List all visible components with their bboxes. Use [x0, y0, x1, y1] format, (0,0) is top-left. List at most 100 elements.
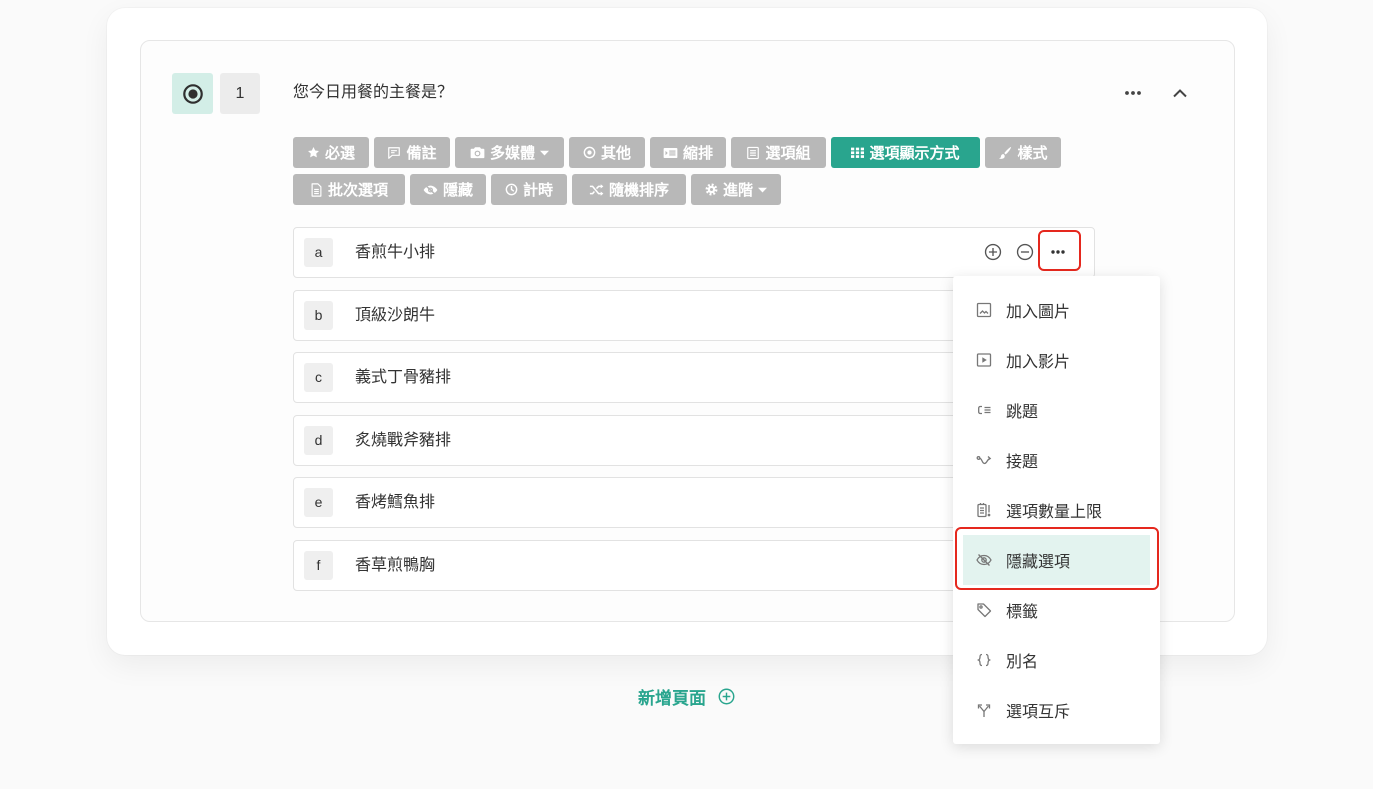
question-title[interactable]: 您今日用餐的主餐是？	[293, 82, 453, 104]
option-row[interactable]: a 香煎牛小排	[293, 227, 1095, 278]
other-option-button[interactable]: 其他	[569, 137, 645, 168]
menu-item-label: 隱藏選項	[1006, 554, 1071, 571]
follow-up-icon	[976, 456, 992, 465]
hide-button[interactable]: 隱藏	[410, 174, 486, 205]
eye-slash-icon	[423, 184, 438, 195]
add-page-label: 新增頁面	[638, 689, 706, 708]
menu-item-add-image[interactable]: 加入圖片	[963, 285, 1150, 335]
camera-icon	[470, 147, 485, 159]
indent-button-label: 縮排	[682, 145, 713, 162]
brush-icon	[999, 146, 1012, 159]
advanced-dropdown-label: 進階	[722, 182, 753, 199]
more-horizontal-icon[interactable]	[1051, 250, 1065, 254]
option-letter: b	[304, 300, 333, 330]
menu-item-alias[interactable]: 別名	[963, 635, 1150, 685]
image-icon	[976, 302, 992, 318]
menu-item-label: 加入影片	[1006, 354, 1071, 371]
batch-options-button[interactable]: 批次選項	[293, 174, 405, 205]
menu-item-hide-option[interactable]: 隱藏選項	[963, 535, 1150, 585]
radio-selected-icon	[182, 83, 203, 104]
option-letter: f	[304, 550, 333, 580]
menu-item-label: 選項數量上限	[1006, 504, 1103, 521]
fork-icon	[977, 704, 991, 717]
list-group-icon	[747, 146, 760, 159]
timer-button[interactable]: 計時	[491, 174, 567, 205]
grid-icon	[851, 147, 865, 158]
clock-icon	[505, 183, 518, 196]
option-letter: a	[304, 238, 333, 267]
tag-icon	[977, 603, 992, 618]
menu-item-mutually-exclusive[interactable]: 選項互斥	[963, 685, 1150, 735]
option-letter: e	[304, 488, 333, 518]
indent-icon	[663, 147, 678, 158]
note-button-label: 備註	[406, 145, 437, 162]
option-context-menu: 加入圖片 加入影片 跳題 接題 選項數量上限 隱藏選項 標籤 別名 選項互斥	[953, 276, 1160, 744]
shuffle-button-label: 隨機排序	[608, 182, 669, 199]
option-text[interactable]: 香草煎鴨胸	[355, 541, 435, 590]
menu-item-label: 別名	[1006, 654, 1039, 671]
menu-item-label: 標籤	[1006, 604, 1039, 621]
option-text[interactable]: 頂級沙朗牛	[355, 291, 435, 340]
gear-icon	[705, 183, 718, 196]
menu-item-option-limit[interactable]: 選項數量上限	[963, 485, 1150, 535]
radio-icon	[583, 146, 596, 159]
toolbar-row-2: 批次選項 隱藏 計時 隨機排序 進階	[293, 174, 781, 205]
question-more-button[interactable]	[1123, 83, 1143, 103]
option-letter: d	[304, 425, 333, 455]
chevron-up-icon[interactable]	[1172, 88, 1188, 98]
option-more-button[interactable]	[1048, 243, 1068, 261]
document-icon	[311, 182, 322, 197]
more-horizontal-icon[interactable]	[1124, 90, 1142, 96]
option-display-button-label: 選項顯示方式	[869, 145, 960, 162]
menu-item-tag[interactable]: 標籤	[963, 585, 1150, 635]
plus-circle-icon[interactable]	[984, 243, 1002, 261]
caret-down-icon	[540, 150, 549, 156]
indent-button[interactable]: 縮排	[650, 137, 726, 168]
collapse-button[interactable]	[1170, 83, 1190, 103]
timer-button-label: 計時	[522, 182, 553, 199]
option-group-button-label: 選項組	[765, 145, 811, 162]
option-text[interactable]: 香烤鱈魚排	[355, 478, 435, 527]
eye-off-icon	[976, 554, 992, 566]
option-display-button[interactable]: 選項顯示方式	[831, 137, 980, 168]
question-type-badge[interactable]	[172, 73, 213, 114]
question-number: 1	[220, 73, 260, 114]
option-text[interactable]: 香煎牛小排	[355, 228, 435, 277]
shuffle-button[interactable]: 隨機排序	[572, 174, 686, 205]
braces-icon	[976, 653, 992, 667]
menu-item-follow-up[interactable]: 接題	[963, 435, 1150, 485]
menu-item-label: 加入圖片	[1006, 304, 1071, 321]
plus-circle-icon[interactable]	[718, 688, 735, 705]
star-icon	[308, 146, 319, 158]
menu-item-add-video[interactable]: 加入影片	[963, 335, 1150, 385]
note-button[interactable]: 備註	[374, 137, 450, 168]
menu-item-skip-logic[interactable]: 跳題	[963, 385, 1150, 435]
comment-icon	[388, 146, 401, 159]
style-button[interactable]: 樣式	[985, 137, 1061, 168]
minus-circle-icon[interactable]	[1016, 243, 1034, 261]
skip-logic-icon	[978, 405, 991, 415]
option-limit-icon	[977, 503, 991, 518]
menu-item-label: 選項互斥	[1006, 704, 1071, 721]
shuffle-icon	[589, 183, 604, 196]
multimedia-dropdown[interactable]: 多媒體	[455, 137, 564, 168]
option-text[interactable]: 炙燒戰斧豬排	[355, 416, 451, 465]
menu-item-label: 接題	[1006, 454, 1039, 471]
menu-item-label: 跳題	[1006, 404, 1039, 421]
option-letter: c	[304, 363, 333, 393]
remove-option-button[interactable]	[1015, 243, 1035, 261]
add-page-button[interactable]: 新增頁面	[638, 684, 735, 709]
batch-options-button-label: 批次選項	[327, 182, 388, 199]
multimedia-dropdown-label: 多媒體	[489, 145, 535, 162]
video-icon	[976, 353, 992, 367]
other-option-button-label: 其他	[600, 145, 631, 162]
required-button-label: 必選	[324, 145, 355, 162]
required-button[interactable]: 必選	[293, 137, 369, 168]
add-option-button[interactable]	[983, 243, 1003, 261]
option-text[interactable]: 義式丁骨豬排	[355, 353, 451, 402]
hide-button-label: 隱藏	[442, 182, 473, 199]
advanced-dropdown[interactable]: 進階	[691, 174, 781, 205]
style-button-label: 樣式	[1017, 145, 1048, 162]
caret-down-icon	[758, 187, 767, 193]
option-group-button[interactable]: 選項組	[731, 137, 826, 168]
